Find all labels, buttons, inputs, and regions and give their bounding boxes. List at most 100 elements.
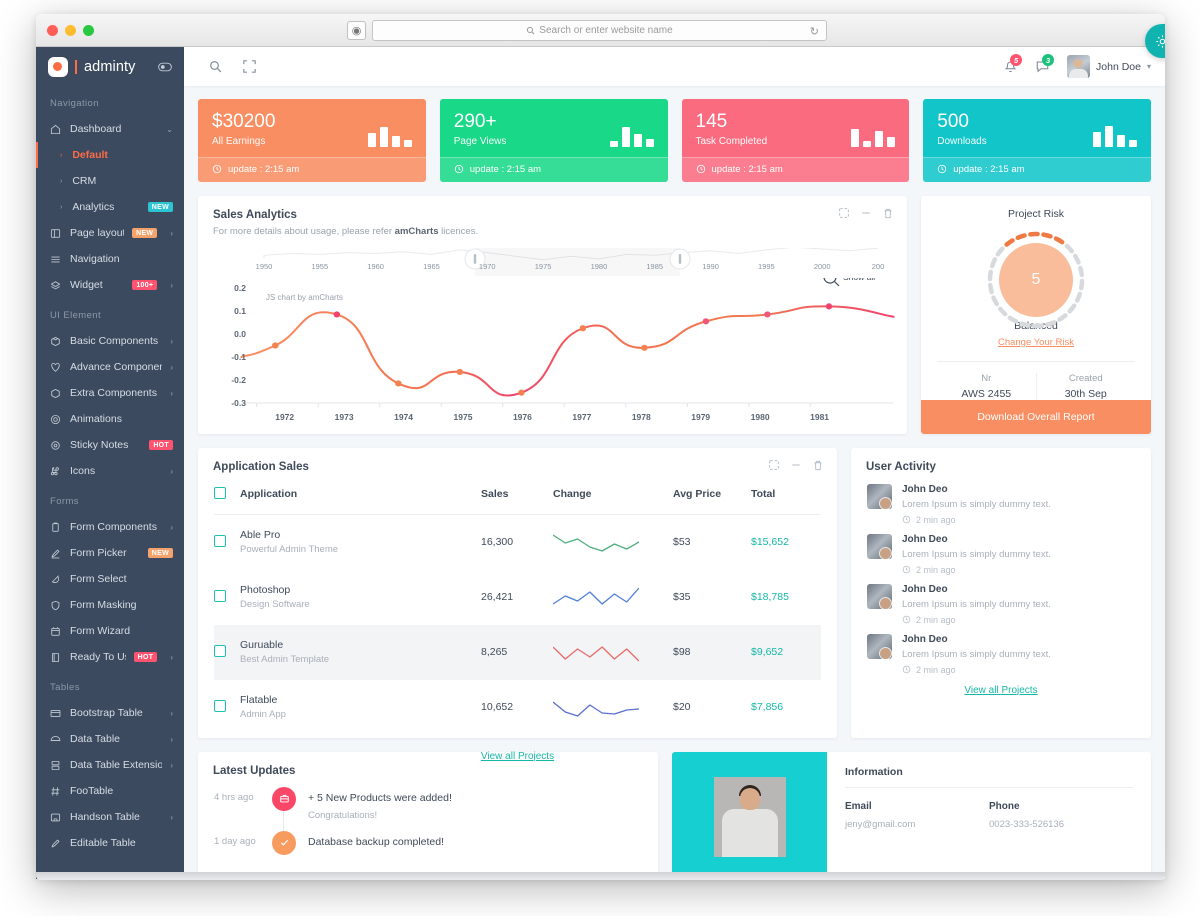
update-subtitle: Congratulations! xyxy=(308,809,378,821)
clock-icon xyxy=(902,665,911,674)
table-row[interactable]: Guruable Best Admin Template 8,265 $98 $9,65… xyxy=(214,624,821,680)
row-checkbox[interactable] xyxy=(214,534,226,547)
select-all-header xyxy=(214,472,240,515)
sidebar-item-default[interactable]: › Default xyxy=(36,142,184,168)
row-checkbox[interactable] xyxy=(214,589,226,602)
clipboard-icon xyxy=(49,522,62,533)
fullscreen-icon[interactable] xyxy=(839,207,849,219)
shield-icon[interactable]: ◉ xyxy=(347,21,366,40)
chevron-right-icon: › xyxy=(170,760,173,770)
stat-label: Page Views xyxy=(453,135,507,147)
card-tools xyxy=(839,207,893,219)
select-all-checkbox[interactable] xyxy=(214,486,226,499)
row-checkbox[interactable] xyxy=(214,699,226,712)
row-checkbox[interactable] xyxy=(214,644,226,657)
sidebar-item-analytics[interactable]: › Analytics NEW xyxy=(36,194,184,220)
sidebar-item-editable-table[interactable]: Editable Table xyxy=(36,830,184,856)
card-title: Application Sales xyxy=(213,460,309,473)
sidebar-item-navigation[interactable]: Navigation xyxy=(36,246,184,272)
sidebar-item-icons[interactable]: Icons › xyxy=(36,458,184,484)
messages-button[interactable]: 3 xyxy=(1027,47,1057,86)
minimize-window-button[interactable] xyxy=(65,24,76,36)
notifications-badge: 5 xyxy=(1010,54,1023,66)
sidebar-item-form-select[interactable]: Form Select xyxy=(36,566,184,592)
brand[interactable]: adminty xyxy=(36,47,184,86)
notifications-button[interactable]: 5 xyxy=(995,47,1025,86)
sidebar-item-animations[interactable]: Animations xyxy=(36,406,184,432)
stat-value: 145 xyxy=(695,111,728,132)
view-all-projects-link[interactable]: View all Projects xyxy=(851,675,1151,696)
sidebar-item-advance-components[interactable]: Advance Components › xyxy=(36,354,184,380)
minimize-icon[interactable] xyxy=(791,460,801,471)
select-icon xyxy=(49,574,62,585)
sidebar-item-page-layouts[interactable]: Page layouts NEW › xyxy=(36,220,184,246)
stat-footer-text: update : 2:15 am xyxy=(711,163,783,175)
svg-text:1972: 1972 xyxy=(275,412,294,422)
sidebar-item-dashboard[interactable]: Dashboard ⌄ xyxy=(36,116,184,142)
page-scroll-area[interactable]: $30200 All Earnings update : 2:15 am 290+ Pa… xyxy=(184,24,1165,879)
sidebar-item-footable[interactable]: FooTable xyxy=(36,778,184,804)
list-item[interactable]: John Deo Lorem Ipsum is simply dummy text… xyxy=(867,625,1135,675)
column-header: Sales xyxy=(481,472,553,515)
window-controls[interactable] xyxy=(47,24,94,36)
list-item[interactable]: John Deo Lorem Ipsum is simply dummy text… xyxy=(867,475,1135,525)
chevron-right-icon: › xyxy=(60,151,63,159)
stat-bars-icon xyxy=(367,125,412,147)
fullscreen-icon[interactable] xyxy=(232,47,266,86)
chevron-right-icon: › xyxy=(170,466,173,476)
cube-icon xyxy=(49,336,62,347)
list-item[interactable]: 4 hrs ago + 5 New Products were added! Con… xyxy=(214,777,642,837)
sidebar-item-sticky-notes[interactable]: Sticky Notes HOT xyxy=(36,432,184,458)
chart-scrollbar[interactable] xyxy=(263,247,879,278)
trash-icon[interactable] xyxy=(813,460,823,471)
stat-card[interactable]: 145 Task Completed update : 2:15 am xyxy=(681,99,910,182)
clock-icon xyxy=(902,515,911,524)
sidebar-item-basic-components[interactable]: Basic Components › xyxy=(36,328,184,354)
brand-label: adminty xyxy=(84,58,136,75)
sidebar-item-form-masking[interactable]: Form Masking xyxy=(36,592,184,618)
sidebar-item-crm[interactable]: › CRM xyxy=(36,168,184,194)
sidebar-item-bootstrap-table[interactable]: Bootstrap Table › xyxy=(36,700,184,726)
user-menu[interactable]: John Doe ▾ xyxy=(1067,55,1151,78)
sidebar-section-title: Tables xyxy=(50,682,80,693)
reload-icon[interactable]: ↻ xyxy=(810,25,819,38)
sidebar-item-extra-components[interactable]: Extra Components › xyxy=(36,380,184,406)
sidebar-item-handson-table[interactable]: Handson Table › xyxy=(36,804,184,830)
change-risk-link[interactable]: Change Your Risk xyxy=(921,337,1151,348)
stat-card[interactable]: 500 Downloads update : 2:15 am xyxy=(923,99,1151,182)
sidebar-item-data-table[interactable]: Data Table › xyxy=(36,726,184,752)
column-header: Avg Price xyxy=(673,472,751,515)
table-row[interactable]: Photoshop Design Software 26,421 $35 $18,785 xyxy=(214,570,821,625)
card-tools xyxy=(769,459,823,471)
list-item[interactable]: John Deo Lorem Ipsum is simply dummy text… xyxy=(867,575,1135,625)
sidebar-item-label: FooTable xyxy=(70,785,114,797)
amcharts-link[interactable]: amCharts xyxy=(395,226,439,237)
address-bar[interactable]: Search or enter website name ↻ xyxy=(372,20,827,41)
svg-text:1981: 1981 xyxy=(810,412,829,422)
sidebar-item-ready-to-use[interactable]: Ready To Use HOT › xyxy=(36,644,184,670)
sidebar-item-form-picker[interactable]: Form Picker NEW xyxy=(36,540,184,566)
profile-photo xyxy=(672,751,827,879)
eye-toggle-icon[interactable] xyxy=(158,62,172,72)
fullscreen-icon[interactable] xyxy=(769,459,779,471)
table-row[interactable]: Able Pro Powerful Admin Theme 16,300 $53 $15… xyxy=(214,514,821,570)
sidebar-item-data-table-extensions[interactable]: Data Table Extensions › xyxy=(36,752,184,778)
sidebar-item-form-components[interactable]: Form Components › xyxy=(36,514,184,540)
stat-card[interactable]: 290+ Page Views update : 2:15 am xyxy=(439,99,668,182)
activity-time-text: 2 min ago xyxy=(916,564,956,575)
list-item[interactable]: 1 day ago Database backup completed! xyxy=(214,821,642,855)
search-icon[interactable] xyxy=(198,47,232,86)
download-report-button[interactable]: Download Overall Report xyxy=(921,399,1151,434)
sidebar-item-widget[interactable]: Widget 100+ › xyxy=(36,272,184,298)
sidebar-item-form-wizard[interactable]: Form Wizard xyxy=(36,618,184,644)
stat-card[interactable]: $30200 All Earnings update : 2:15 am xyxy=(198,99,426,182)
list-item[interactable]: John Deo Lorem Ipsum is simply dummy text… xyxy=(867,525,1135,575)
trash-icon[interactable] xyxy=(883,208,893,219)
table-row[interactable]: Flatable Admin App 10,652 $20 $7,856 xyxy=(214,680,821,735)
sidebar-item-label: Widget xyxy=(70,279,103,291)
sales-chart[interactable]: 0.2 0.1 0.0 -0.1 -0.2 -0.3 1972 1973 1974 1975 197… xyxy=(198,247,907,434)
sales-cell: 8,265 xyxy=(481,646,508,659)
minimize-icon[interactable] xyxy=(861,208,871,219)
maximize-window-button[interactable] xyxy=(83,24,94,36)
close-window-button[interactable] xyxy=(47,24,58,36)
